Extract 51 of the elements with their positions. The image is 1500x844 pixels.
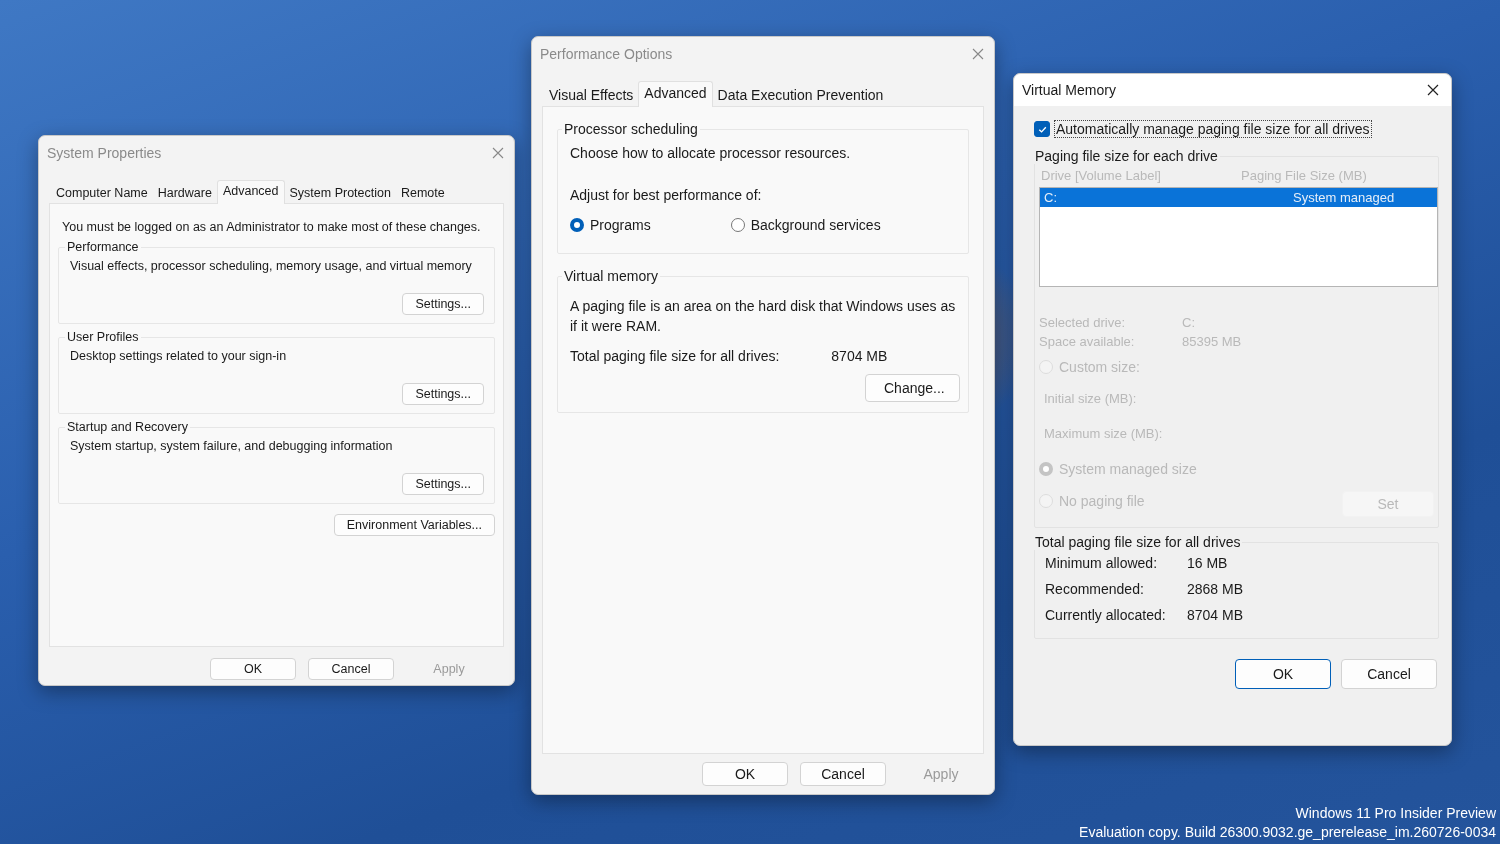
group-description: A paging file is an area on the hard disk that Windows uses as if it were RAM. — [569, 297, 957, 336]
tab[interactable]: Data Execution Prevention — [712, 84, 889, 106]
group-title: Startup and Recovery — [66, 420, 189, 434]
tab[interactable]: Advanced — [216, 180, 285, 204]
tab[interactable]: System Protection — [284, 183, 396, 203]
group-description: System startup, system failure, and debugging information — [69, 438, 394, 453]
window-title: System Properties — [47, 145, 162, 161]
total-value: 16 MB — [1187, 555, 1228, 571]
dialog-button[interactable]: Cancel — [308, 658, 394, 680]
total-value: 8704 MB — [831, 348, 888, 364]
settings-button[interactable]: Settings... — [402, 383, 484, 405]
environment-variables-button[interactable]: Environment Variables... — [333, 514, 495, 536]
total-label: Currently allocated: — [1045, 607, 1167, 623]
group-title: User Profiles — [66, 330, 140, 344]
dialog-button[interactable]: Cancel — [1341, 659, 1437, 689]
group-title: Virtual memory — [563, 268, 659, 284]
close-icon[interactable] — [1427, 84, 1439, 96]
settings-button[interactable]: Settings... — [402, 293, 484, 315]
group-title: Processor scheduling — [563, 121, 699, 137]
change-button[interactable]: Change... — [865, 374, 960, 402]
adjust-label: Adjust for best performance of: — [569, 186, 763, 203]
dialog-button[interactable]: OK — [210, 658, 296, 680]
tab[interactable]: Computer Name — [51, 183, 153, 203]
tab[interactable]: Hardware — [152, 183, 217, 203]
dialog-button[interactable]: Cancel — [800, 762, 886, 786]
radio-option[interactable]: Background services — [730, 217, 881, 233]
total-value: 2868 MB — [1187, 581, 1244, 597]
group-title: Performance — [66, 240, 140, 254]
tab[interactable]: Remote — [395, 183, 450, 203]
notice-text: You must be logged on as an Administrator to make most of these changes. — [62, 220, 482, 234]
group-description: Desktop settings related to your sign-in — [69, 348, 288, 363]
group-title: Paging file size for each drive — [1034, 148, 1219, 164]
paging-size: System managed — [1293, 190, 1395, 205]
window-title: Performance Options — [540, 46, 673, 62]
total-value: 8704 MB — [1187, 607, 1244, 623]
total-label: Minimum allowed: — [1045, 555, 1159, 571]
tab[interactable]: Visual Effects — [544, 84, 639, 106]
edition-text: Windows 11 Pro Insider Preview — [1295, 804, 1496, 823]
total-label: Total paging file size for all drives: — [570, 348, 780, 364]
group-title: Total paging file size for all drives — [1034, 534, 1242, 550]
dialog-button[interactable]: OK — [1235, 659, 1331, 689]
settings-button[interactable]: Settings... — [402, 473, 484, 495]
radio-option[interactable]: Programs — [570, 217, 651, 233]
total-label: Recommended: — [1045, 581, 1145, 597]
drive-letter: C: — [1044, 190, 1057, 205]
dialog-button[interactable]: OK — [702, 762, 788, 786]
window-title: Virtual Memory — [1022, 82, 1116, 98]
group-description: Choose how to allocate processor resources. — [569, 144, 852, 161]
build-text: Evaluation copy. Build 26300.9032.ge_prerelease_im.260726-0034 — [1079, 823, 1496, 842]
tab[interactable]: Advanced — [638, 81, 713, 107]
group-description: Visual effects, processor scheduling, memory usage, and virtual memory — [69, 258, 473, 273]
